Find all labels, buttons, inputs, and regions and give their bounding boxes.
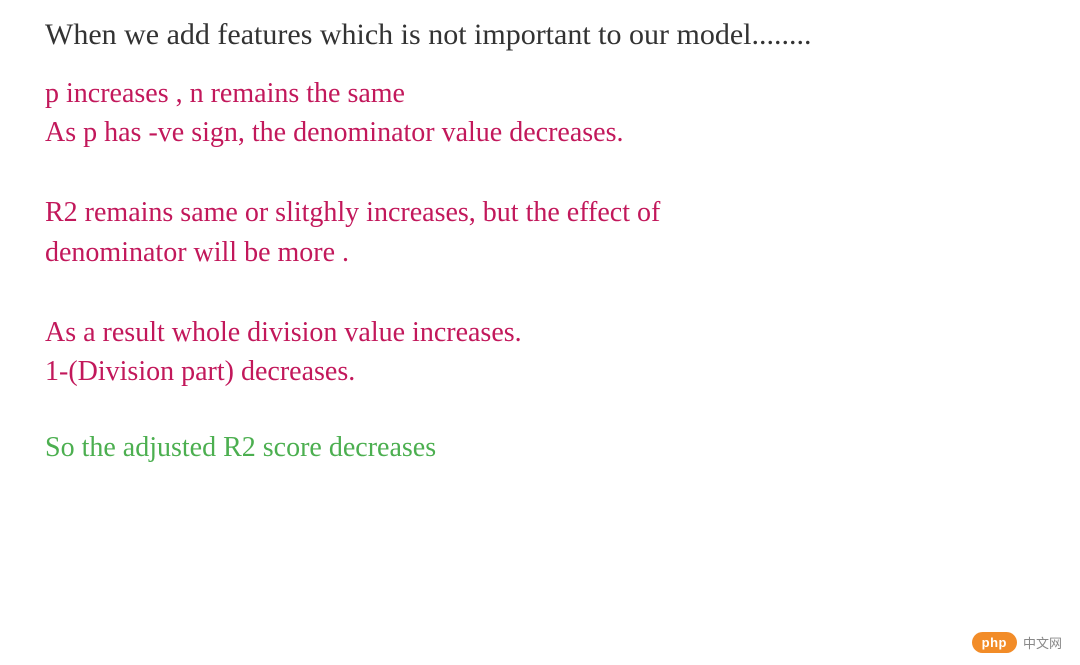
paragraph-2: R2 remains same or slitghly increases, b…	[45, 193, 1035, 273]
paragraph-1-line-1: p increases , n remains the same	[45, 74, 1035, 114]
paragraph-3-line-1: As a result whole division value increas…	[45, 313, 1035, 353]
paragraph-3: As a result whole division value increas…	[45, 313, 1035, 393]
paragraph-1: p increases , n remains the same As p ha…	[45, 74, 1035, 154]
paragraph-3-line-2: 1-(Division part) decreases.	[45, 352, 1035, 392]
paragraph-2-line-2: denominator will be more .	[45, 233, 1035, 273]
paragraph-2-line-1: R2 remains same or slitghly increases, b…	[45, 193, 1035, 233]
watermark-text: 中文网	[1023, 633, 1062, 652]
watermark: php 中文网	[972, 632, 1062, 653]
heading-text: When we add features which is not import…	[45, 15, 1035, 56]
conclusion-text: So the adjusted R2 score decreases	[45, 428, 1035, 467]
watermark-pill: php	[972, 632, 1017, 653]
paragraph-1-line-2: As p has -ve sign, the denominator value…	[45, 113, 1035, 153]
